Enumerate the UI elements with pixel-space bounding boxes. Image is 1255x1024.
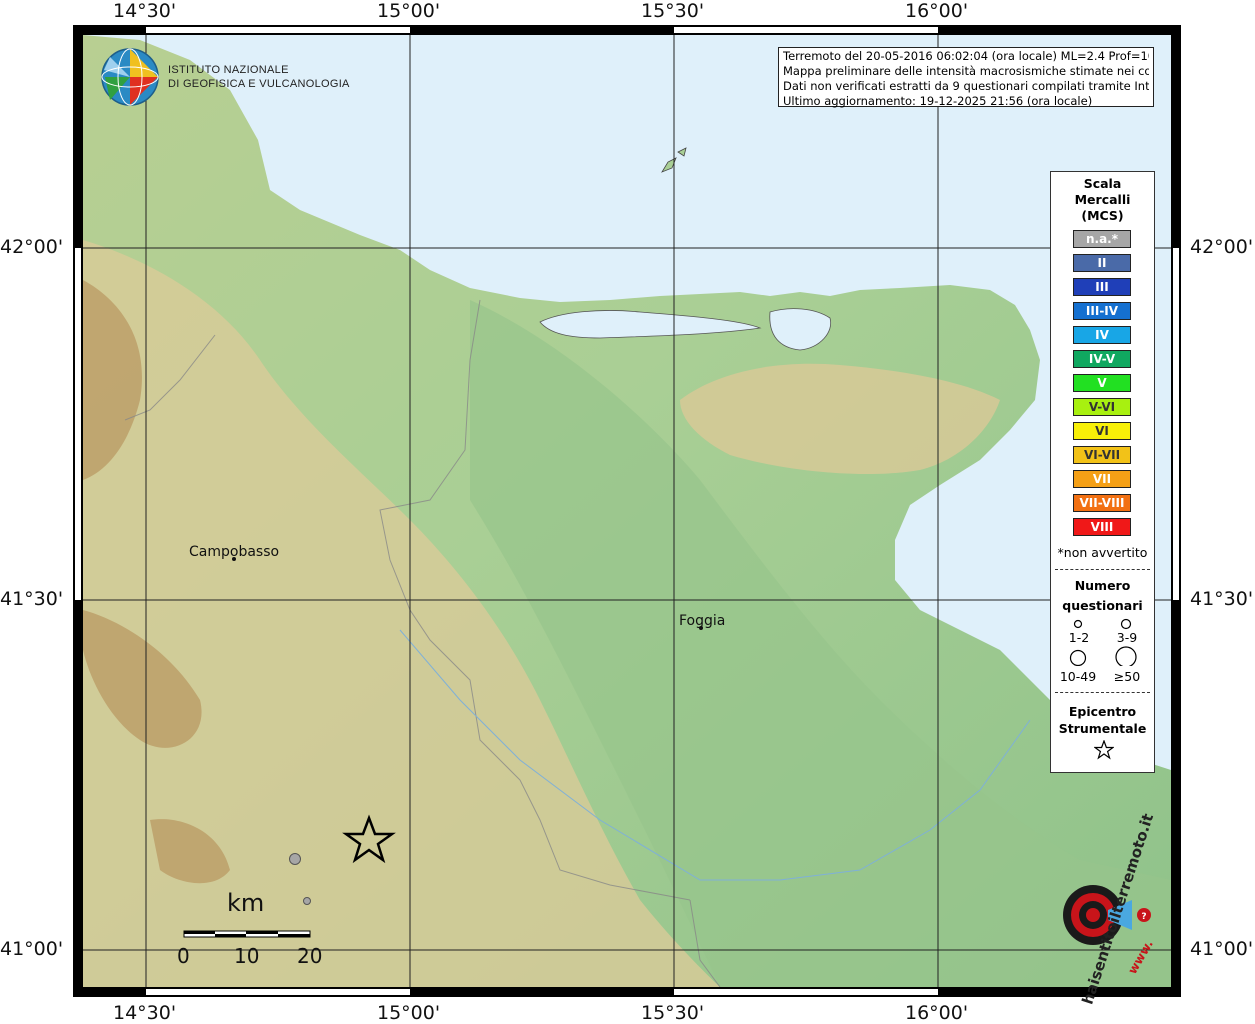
brand-text: haisentitoilterremoto.it	[1078, 811, 1158, 1007]
legend-title-line2: Mercalli	[1074, 192, 1131, 207]
legend-swatch-vi-vii: VI-VII	[1073, 446, 1131, 464]
lon-label-top-3: 15°30'	[641, 0, 705, 22]
legend-swatch-ii: II	[1073, 254, 1131, 272]
lon-label-bottom-1: 14°30'	[113, 1002, 177, 1024]
city-label-campobasso: Campobasso	[189, 544, 280, 560]
ingv-globe-icon	[101, 48, 159, 106]
legend-swatch-v: V	[1073, 374, 1131, 392]
lon-label-top-1: 14°30'	[113, 0, 177, 22]
intensity-point[interactable]	[303, 897, 311, 905]
lon-label-bottom-3: 15°30'	[641, 1002, 705, 1024]
epicenter-title-line2: Strumentale	[1058, 721, 1147, 736]
legend-separator	[1055, 569, 1150, 570]
legend-note: *non avvertito	[1057, 545, 1148, 560]
event-info-box: Terremoto del 20-05-2016 06:02:04 (ora l…	[778, 47, 1154, 108]
legend-swatch-iv: IV	[1073, 326, 1131, 344]
brand-url: www.	[1125, 937, 1156, 977]
lat-label-left-3: 41°00'	[0, 938, 64, 960]
agency-name-line2: DI GEOFISICA E VULCANOLOGIA	[168, 78, 350, 90]
count-class-1: 1-2	[1068, 630, 1090, 645]
lon-label-top-4: 16°00'	[905, 0, 969, 22]
legend-swatch-v-vi: V-VI	[1073, 398, 1131, 416]
count-title-line2: questionari	[1062, 598, 1143, 613]
legend-swatch-iii-iv: III-IV	[1073, 302, 1131, 320]
legend-swatch-vii-viii: VII-VIII	[1073, 494, 1131, 512]
lon-label-bottom-2: 15°00'	[377, 1002, 441, 1024]
brand-badge: haisentitoilterremoto.it www.	[1022, 811, 1172, 1006]
count-class-3: 10-49	[1059, 669, 1097, 684]
count-title-line1: Numero	[1074, 578, 1131, 593]
legend-swatch-vii: VII	[1073, 470, 1131, 488]
lat-label-right-2: 41°30'	[1190, 588, 1254, 610]
lat-label-right-3: 41°00'	[1190, 938, 1254, 960]
scale-bar	[183, 930, 311, 938]
scale-tick-20: 20	[297, 944, 323, 968]
epicenter-title-line1: Epicentro	[1068, 704, 1137, 719]
lat-label-left-2: 41°30'	[0, 588, 64, 610]
event-info-line2: Mappa preliminare delle intensità macros…	[783, 64, 1149, 78]
legend-star-icon	[1094, 740, 1114, 760]
event-info-line3: Dati non verificati estratti da 9 questi…	[783, 79, 1149, 93]
legend-title-line3: (MCS)	[1081, 208, 1124, 223]
scale-unit-label: km	[227, 889, 265, 917]
legend-title-line1: Scala	[1083, 176, 1122, 191]
count-class-4: ≥50	[1113, 669, 1141, 684]
count-class-2: 3-9	[1116, 630, 1138, 645]
lat-label-left-1: 42°00'	[0, 236, 64, 258]
intensity-point[interactable]	[289, 853, 301, 865]
legend-swatch-vi: VI	[1073, 422, 1131, 440]
lon-label-bottom-4: 16°00'	[905, 1002, 969, 1024]
city-label-foggia: Foggia	[679, 613, 726, 629]
scale-tick-0: 0	[177, 944, 190, 968]
legend-swatch-iv-v: IV-V	[1073, 350, 1131, 368]
lon-label-top-2: 15°00'	[377, 0, 441, 22]
legend-swatch-n-a-: n.a.*	[1073, 230, 1131, 248]
event-info-line1: Terremoto del 20-05-2016 06:02:04 (ora l…	[783, 49, 1149, 63]
scale-tick-10: 10	[234, 944, 260, 968]
event-info-line4: Ultimo aggiornamento: 19-12-2025 21:56 (…	[783, 94, 1093, 108]
agency-name-line1: ISTITUTO NAZIONALE	[168, 64, 289, 76]
intensity-legend: Scala Mercalli (MCS) n.a.* II III III-IV IV I…	[1050, 171, 1155, 773]
legend-swatch-iii: III	[1073, 278, 1131, 296]
legend-separator-2	[1055, 692, 1150, 693]
legend-swatch-viii: VIII	[1073, 518, 1131, 536]
lat-label-right-1: 42°00'	[1190, 236, 1254, 258]
